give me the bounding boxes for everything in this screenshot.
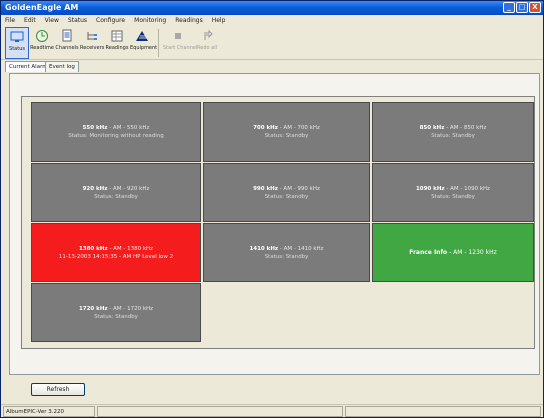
receivers-tree-icon [87,32,97,40]
channel-grid: 550 kHz - AM - 550 kHz Status: Monitorin… [21,96,535,349]
tile-frequency: 850 kHz [419,125,445,131]
status-tool-label: Status [9,46,25,52]
clock-icon [36,30,48,42]
redo-all-tool-label: Redo all [197,45,217,51]
tile-band: - AM - 1720 kHz [107,305,154,312]
status-bar: AlbumEPIC-Ver 3.220 [1,404,543,417]
channels-tool-button[interactable]: Channels [55,27,79,59]
window-controls: _ □ X [503,2,541,13]
tile-status: Status: Monitoring without reading [68,133,164,139]
tile-status: Status: Standby [264,133,309,139]
channels-tool-label: Channels [55,45,79,51]
channel-tile[interactable]: 920 kHz - AM - 920 kHz Status: Standby [31,163,201,222]
channel-tile[interactable]: 550 kHz - AM - 550 kHz Status: Monitorin… [31,102,201,162]
tile-band: - AM - 550 kHz [107,125,150,131]
tab-event-log[interactable]: Event log [45,61,79,72]
tile-frequency: 1380 kHz [78,245,108,252]
tile-band: - AM - 920 kHz [107,185,150,192]
receivers-tool-label: Receivers [80,45,105,51]
menu-monitoring[interactable]: Monitoring [134,15,166,26]
tile-status: Status: Standby [431,133,475,139]
readings-tool-label: Readings [105,45,129,51]
refresh-button[interactable]: Refresh [31,383,85,396]
menu-readings[interactable]: Readings [175,15,202,26]
tile-frequency: 1410 kHz [249,245,279,252]
close-button[interactable]: X [529,2,541,13]
readings-tool-button[interactable]: Readings [105,27,129,59]
tile-status: Status: Standby [94,313,138,320]
channel-tile[interactable]: 990 kHz - AM - 990 kHz Status: Standby [203,163,370,222]
tile-status: Status: Standby [431,193,475,200]
tile-status: Status: Standby [264,193,309,200]
tab-bar: Current Alarms Event log [1,60,543,72]
status-middle [97,406,343,417]
channel-tile[interactable]: 1720 kHz - AM - 1720 kHz Status: Standby [31,283,201,342]
tile-frequency: 1090 kHz [415,185,445,192]
status-tool-button[interactable]: Status [5,27,29,59]
tile-frequency: 1720 kHz [78,305,108,312]
app-window: GoldenEagle AM _ □ X File Edit View Stat… [0,0,544,418]
maximize-button[interactable]: □ [516,2,528,13]
readings-table-icon [111,30,123,42]
redo-arrow-icon [204,29,213,40]
tile-band: - AM - 1230 kHz [447,248,497,256]
channel-tile-ok[interactable]: France Info - AM - 1230 kHz [372,223,534,282]
toolbar-separator [158,29,159,57]
menu-edit[interactable]: Edit [24,15,36,26]
redo-all-tool-button[interactable]: Redo all [195,27,219,59]
channels-document-icon [62,29,72,42]
menu-configure[interactable]: Configure [96,15,125,26]
channel-tile[interactable]: 700 kHz - AM - 700 kHz Status: Standby [203,102,370,162]
title-bar[interactable]: GoldenEagle AM _ □ X [1,1,543,15]
readtime-tool-button[interactable]: Readtime [30,27,54,59]
channel-tile[interactable]: 1410 kHz - AM - 1410 kHz Status: Standby [203,223,370,282]
tile-band: - AM - 1410 kHz [278,245,324,252]
toolbar: Status Readtime Channels Receivers Readi… [1,26,543,60]
equipment-tool-label: Equipment [130,45,158,51]
tile-band: - AM - 990 kHz [277,185,320,192]
start-channel-tool-button[interactable]: Start Channel [163,27,198,59]
channel-tile[interactable]: 1090 kHz - AM - 1090 kHz Status: Standby [372,163,534,222]
tile-band: - AM - 1090 kHz [444,185,491,192]
channel-tile-alarm[interactable]: 1380 kHz - AM - 1380 kHz 11-13-2003 14:1… [31,223,201,282]
tile-frequency: 920 kHz [82,185,108,192]
status-monitor-icon [10,31,24,42]
minimize-button[interactable]: _ [503,2,515,13]
channel-tile[interactable]: 850 kHz - AM - 850 kHz Status: Standby [372,102,534,162]
readtime-tool-label: Readtime [30,45,54,51]
tile-band: - AM - 850 kHz [444,125,487,131]
menu-file[interactable]: File [5,15,15,26]
tile-band: - AM - 1380 kHz [107,245,154,252]
stop-square-icon [175,33,181,39]
status-right [345,406,541,417]
tile-frequency: 550 kHz [82,125,108,131]
equipment-logo-icon [136,31,148,41]
menu-bar: File Edit View Status Configure Monitori… [1,15,543,26]
menu-status[interactable]: Status [68,15,87,26]
tile-frequency: 700 kHz [253,125,278,131]
window-title: GoldenEagle AM [5,3,79,12]
receivers-tool-button[interactable]: Receivers [80,27,104,59]
tile-status: Status: Standby [264,253,309,260]
menu-view[interactable]: View [45,15,59,26]
tile-frequency: 990 kHz [253,185,278,192]
tile-status: Status: Standby [94,193,138,200]
status-version: AlbumEPIC-Ver 3.220 [3,406,95,417]
tile-band: - AM - 700 kHz [277,125,320,131]
menu-help[interactable]: Help [212,15,226,26]
tile-station-name: France Info [409,248,448,256]
equipment-tool-button[interactable]: Equipment [130,27,158,59]
start-channel-tool-label: Start Channel [163,45,198,51]
tile-alarm-message: 11-13-2003 14:15:35 - AM HP Level low 2 [58,253,174,260]
